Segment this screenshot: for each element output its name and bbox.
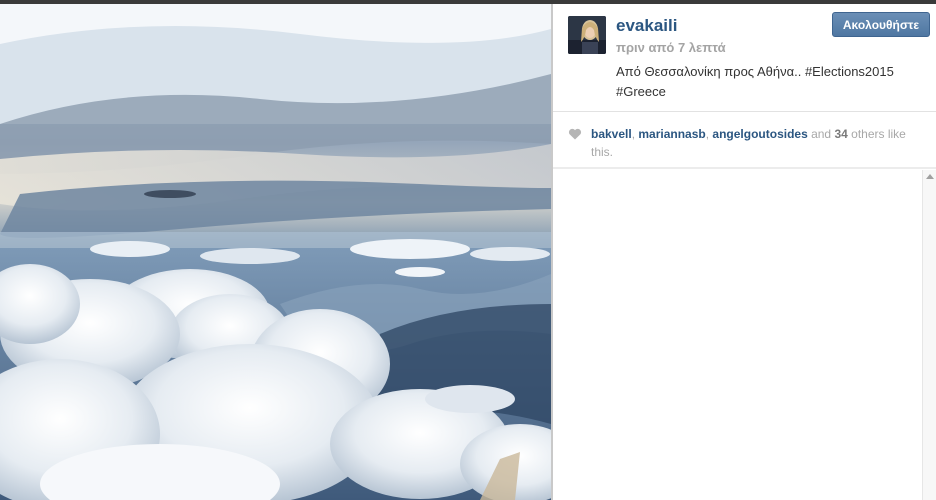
- comments-scrollbar[interactable]: [922, 170, 936, 500]
- liker-link[interactable]: mariannasb: [638, 127, 705, 141]
- post-caption: Από Θεσσαλονίκη προς Αθήνα.. #Elections2…: [616, 62, 916, 102]
- likes-and: and: [807, 127, 835, 141]
- liker-link[interactable]: angelgoutosides: [712, 127, 807, 141]
- follow-button[interactable]: Ακολουθήστε: [832, 12, 930, 37]
- post-details-panel: evakaili πριν από 7 λεπτά Από Θεσσαλονίκ…: [553, 4, 936, 500]
- comments-area: [553, 169, 936, 500]
- divider: [553, 111, 936, 112]
- clouds-landscape-image: [0, 4, 551, 500]
- profile-photo-image: [568, 16, 606, 54]
- post-photo[interactable]: [0, 4, 551, 500]
- post-username[interactable]: evakaili: [616, 16, 677, 36]
- heart-icon[interactable]: [568, 127, 582, 141]
- liker-link[interactable]: bakvell: [591, 127, 632, 141]
- scroll-up-icon[interactable]: [926, 174, 934, 179]
- caption-line: Από Θεσσαλονίκη προς Αθήνα.. #Elections2…: [616, 64, 894, 79]
- avatar[interactable]: [568, 16, 606, 54]
- post-timestamp: πριν από 7 λεπτά: [616, 40, 726, 55]
- likes-text: bakvell, mariannasb, angelgoutosides and…: [591, 125, 926, 161]
- likes-count[interactable]: 34: [834, 127, 847, 141]
- caption-hashtag[interactable]: #Greece: [616, 82, 916, 102]
